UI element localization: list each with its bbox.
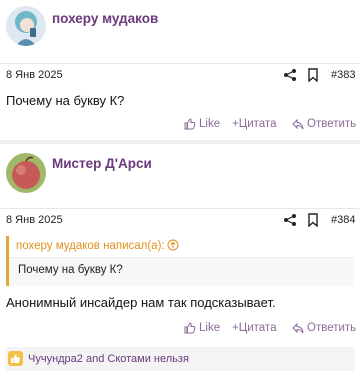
username[interactable]: Мистер Д'Арси <box>52 156 152 171</box>
quote-header: похеру мудаков написал(а): <box>9 236 354 258</box>
reply-icon <box>292 322 304 333</box>
post-384: Мистер Д'Арси 8 Янв 2025 #384 похеру муд… <box>0 144 360 377</box>
reply-label: Ответить <box>307 118 357 130</box>
avatar[interactable] <box>6 153 46 193</box>
reactions-bar[interactable]: Чучундра2 and Скотами нельзя <box>5 347 355 371</box>
like-button[interactable]: Like <box>184 118 220 130</box>
post-number[interactable]: #383 <box>331 69 355 81</box>
anime-avatar-icon <box>6 6 46 46</box>
post-actions: Like +Цитата Ответить <box>0 322 360 340</box>
quote-block: похеру мудаков написал(а): Почему на бук… <box>6 236 354 286</box>
like-label: Like <box>199 118 221 130</box>
quote-button[interactable]: +Цитата <box>232 322 276 334</box>
post-meta: 8 Янв 2025 #384 <box>0 208 360 230</box>
arrow-up-circle-icon[interactable] <box>167 239 179 251</box>
share-icon[interactable] <box>283 68 297 82</box>
reply-button[interactable]: Ответить <box>292 118 356 130</box>
post-date[interactable]: 8 Янв 2025 <box>6 69 63 81</box>
apple-avatar-icon <box>6 153 46 193</box>
quote-button[interactable]: +Цитата <box>232 118 276 130</box>
post-body: Анонимный инсайдер нам так подсказывает. <box>6 295 276 310</box>
reply-icon <box>292 118 304 129</box>
post-date[interactable]: 8 Янв 2025 <box>6 214 63 226</box>
avatar[interactable] <box>6 6 46 46</box>
like-button[interactable]: Like <box>184 322 220 334</box>
quote-author[interactable]: похеру мудаков написал(а): <box>16 240 165 252</box>
quote-label: +Цитата <box>232 118 277 130</box>
post-body: Почему на букву К? <box>6 93 125 108</box>
like-label: Like <box>199 322 221 334</box>
username[interactable]: похеру мудаков <box>52 11 158 26</box>
quote-label: +Цитата <box>232 322 277 334</box>
thumb-up-reaction-icon <box>8 351 23 366</box>
quote-text: Почему на букву К? <box>18 264 123 276</box>
post-383: похеру мудаков 8 Янв 2025 #383 Почему на… <box>0 0 360 140</box>
reaction-users[interactable]: Чучундра2 and Скотами нельзя <box>28 353 189 365</box>
thumb-up-icon <box>184 322 196 334</box>
post-meta: 8 Янв 2025 #383 <box>0 63 360 85</box>
post-actions: Like +Цитата Ответить <box>0 118 360 136</box>
bookmark-icon[interactable] <box>307 68 319 82</box>
post-number[interactable]: #384 <box>331 214 355 226</box>
reply-button[interactable]: Ответить <box>292 322 356 334</box>
share-icon[interactable] <box>283 213 297 227</box>
bookmark-icon[interactable] <box>307 213 319 227</box>
reply-label: Ответить <box>307 322 357 334</box>
thumb-up-icon <box>184 118 196 130</box>
